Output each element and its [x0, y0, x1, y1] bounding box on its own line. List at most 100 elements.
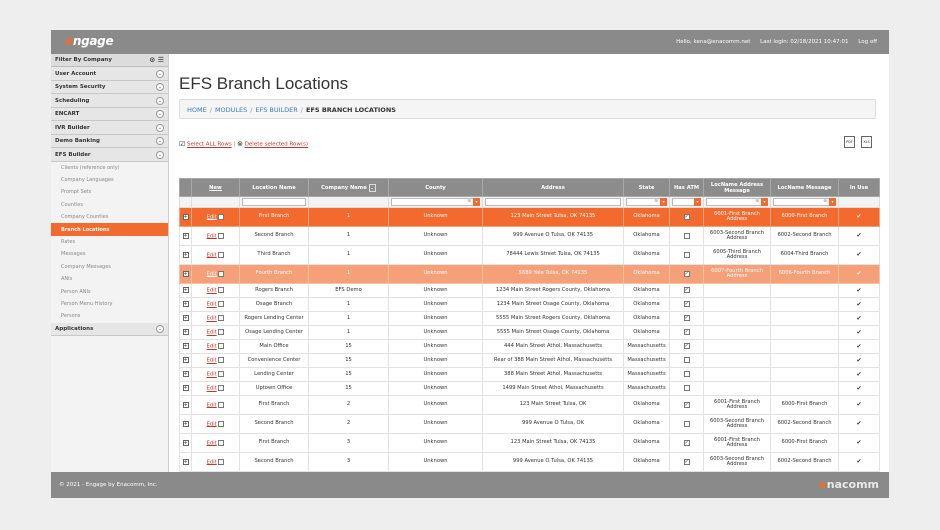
sidebar-section[interactable]: ENCART ⌄	[51, 107, 168, 121]
edit-link[interactable]: Edit	[207, 330, 217, 336]
sidebar-item[interactable]: Company Messages	[51, 261, 168, 273]
table-row[interactable]: + Edit Rogers Lending Center 1 Unknown 5…	[179, 311, 880, 326]
has-atm-checkbox[interactable]	[683, 385, 690, 391]
row-checkbox[interactable]	[218, 270, 225, 277]
table-row[interactable]: + Edit First Branch 3 Unknown 123 Main S…	[179, 433, 880, 453]
col-company-name[interactable]: Company Name ⌄	[308, 178, 389, 197]
has-atm-checkbox[interactable]: ✓	[683, 439, 690, 446]
has-atm-checkbox[interactable]: ✓	[683, 343, 690, 349]
has-atm-checkbox[interactable]: ✓	[683, 458, 690, 465]
sidebar-section[interactable]: System Security ⌄	[51, 80, 168, 94]
sidebar-item[interactable]: Clients (reference only)	[51, 162, 168, 174]
has-atm-checkbox[interactable]	[683, 232, 690, 239]
table-row[interactable]: + Edit Lending Center 15 Unknown 388 Mai…	[179, 367, 880, 382]
edit-link[interactable]: Edit	[207, 459, 217, 465]
dropdown-icon[interactable]: ▾	[761, 198, 768, 206]
row-checkbox[interactable]	[218, 287, 225, 293]
row-checkbox[interactable]	[218, 357, 225, 363]
sidebar-section[interactable]: User Account ⌄	[51, 67, 168, 81]
chevron-down-icon[interactable]: ⌄	[156, 137, 164, 145]
col-locname-message[interactable]: LocName Message	[770, 178, 839, 197]
chevron-down-icon[interactable]: ⌄	[156, 123, 164, 132]
table-row[interactable]: + Edit First Branch 2 Unknown 123 Main S…	[179, 395, 880, 415]
row-checkbox[interactable]	[218, 439, 225, 446]
filter-by-company[interactable]: Filter By Company ⊙ ☰	[51, 54, 168, 67]
sidebar-item[interactable]: Persons	[51, 310, 168, 322]
expand-icon[interactable]: +	[182, 251, 189, 258]
row-checkbox[interactable]	[218, 420, 225, 427]
engage-logo[interactable]: engage	[65, 34, 114, 48]
col-address[interactable]: Address	[482, 178, 624, 197]
has-atm-checkbox[interactable]: ✓	[683, 329, 690, 335]
sidebar-item[interactable]: Messages	[51, 248, 168, 260]
expand-icon[interactable]: +	[182, 301, 189, 308]
filter-state[interactable]: ⊗ ▾	[626, 198, 667, 206]
table-row[interactable]: + Edit Second Branch 1 Unknown 999 Avenu…	[179, 226, 880, 246]
filter-locname-message[interactable]: ⊗ ▾	[773, 198, 836, 206]
edit-link[interactable]: Edit	[207, 440, 217, 446]
edit-link[interactable]: Edit	[207, 386, 217, 392]
edit-link[interactable]: Edit	[207, 421, 217, 427]
sidebar-item[interactable]: Branch Locations	[51, 223, 168, 236]
dropdown-icon[interactable]: ▾	[694, 198, 701, 206]
col-in-use[interactable]: In Use	[838, 178, 880, 197]
expand-icon[interactable]: +	[182, 270, 189, 277]
table-row[interactable]: + Edit Osage Lending Center 1 Unknown 55…	[179, 325, 880, 340]
edit-link[interactable]: Edit	[207, 214, 217, 220]
export-pdf-icon[interactable]: PDF	[844, 136, 855, 148]
expand-icon[interactable]: +	[182, 343, 189, 350]
edit-link[interactable]: Edit	[207, 302, 217, 308]
has-atm-checkbox[interactable]	[683, 371, 690, 377]
clear-icon[interactable]: ⊗	[654, 199, 658, 205]
table-row[interactable]: + Edit First Branch 1 Unknown 123 Main S…	[179, 207, 880, 227]
row-checkbox[interactable]	[218, 232, 225, 239]
table-row[interactable]: + Edit Second Branch 2 Unknown 999 Avenu…	[179, 414, 880, 434]
expand-icon[interactable]: +	[182, 458, 189, 465]
filter-locname-address-message[interactable]: ⊗ ▾	[706, 198, 768, 206]
logout-link[interactable]: Log off	[858, 39, 877, 45]
edit-link[interactable]: Edit	[207, 288, 217, 294]
sidebar-item[interactable]: Prompt Sets	[51, 186, 168, 198]
sidebar-item[interactable]: Person Menu History	[51, 298, 168, 310]
sidebar-section[interactable]: EFS Builder ⌄	[51, 148, 168, 162]
edit-link[interactable]: Edit	[207, 402, 217, 408]
expand-icon[interactable]: +	[182, 357, 189, 364]
clear-icon[interactable]: ⊗	[755, 199, 759, 205]
expand-icon[interactable]: +	[182, 420, 189, 427]
has-atm-checkbox[interactable]: ✓	[683, 287, 690, 293]
sidebar-item[interactable]: Person ANIs	[51, 285, 168, 297]
expand-icon[interactable]: +	[182, 315, 189, 322]
edit-link[interactable]: Edit	[207, 271, 217, 277]
expand-icon[interactable]: +	[182, 287, 189, 294]
sidebar-section[interactable]: Demo Banking ⌄	[51, 134, 168, 148]
table-row[interactable]: + Edit Osage Branch 1 Unknown 1234 Main …	[179, 297, 880, 312]
has-atm-checkbox[interactable]: ✓	[683, 213, 690, 220]
row-checkbox[interactable]	[218, 301, 225, 307]
expand-icon[interactable]: +	[182, 385, 189, 392]
has-atm-checkbox[interactable]: ✓	[683, 401, 690, 408]
table-row[interactable]: + Edit Main Office 15 Unknown 444 Main S…	[179, 339, 880, 354]
expand-icon[interactable]: +	[182, 329, 189, 336]
dropdown-icon[interactable]: ▾	[473, 198, 480, 206]
sidebar-item[interactable]: Counties	[51, 199, 168, 211]
breadcrumb-home[interactable]: HOME	[187, 106, 207, 114]
filter-address[interactable]	[485, 198, 621, 206]
select-all-link[interactable]: Select ALL Rows	[187, 142, 232, 148]
edit-link[interactable]: Edit	[207, 233, 217, 239]
has-atm-checkbox[interactable]: ✓	[683, 301, 690, 307]
expand-icon[interactable]: +	[182, 439, 189, 446]
col-location-name[interactable]: Location Name	[239, 178, 309, 197]
col-has-atm[interactable]: Has ATM	[669, 178, 704, 197]
edit-link[interactable]: Edit	[207, 252, 217, 258]
edit-link[interactable]: Edit	[207, 358, 217, 364]
has-atm-checkbox[interactable]	[683, 357, 690, 363]
has-atm-checkbox[interactable]: ✓	[683, 270, 690, 277]
edit-link[interactable]: Edit	[207, 344, 217, 350]
table-row[interactable]: + Edit Rogers Branch EFS Demo Unknown 12…	[179, 283, 880, 298]
sidebar-section[interactable]: IVR Builder ⌄	[51, 121, 168, 135]
col-state[interactable]: State	[623, 178, 670, 197]
delete-selected-link[interactable]: Delete selected Row(s)	[245, 142, 308, 148]
expand-icon[interactable]: +	[182, 401, 189, 408]
chevron-down-icon[interactable]: ⌄	[368, 183, 376, 192]
table-row[interactable]: + Edit Uptown Office 15 Unknown 1499 Mai…	[179, 381, 880, 396]
